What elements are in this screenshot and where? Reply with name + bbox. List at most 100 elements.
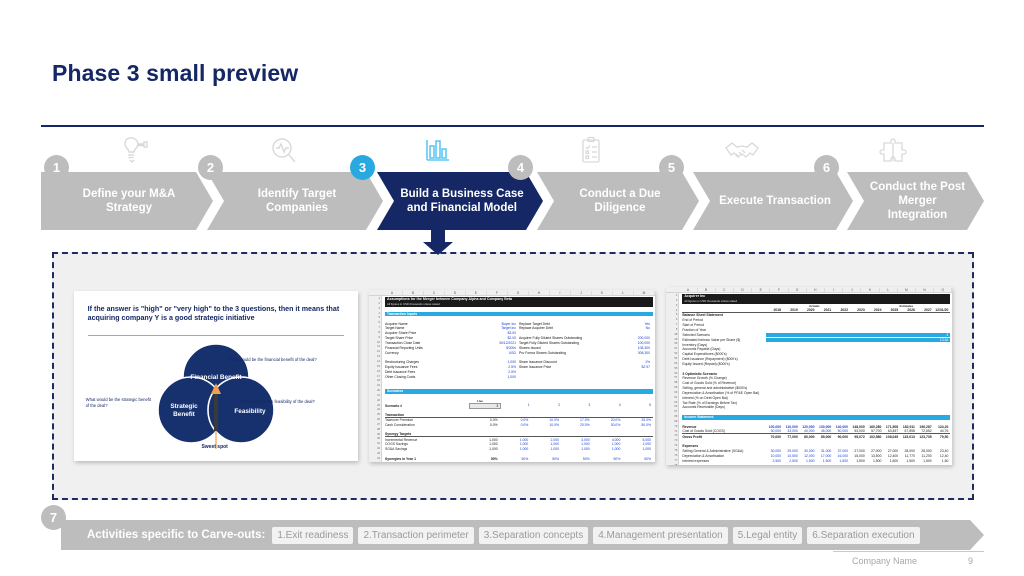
col-e: E bbox=[466, 290, 487, 295]
cell: 1,000 bbox=[550, 447, 560, 452]
process-step-5[interactable]: Execute Transaction bbox=[693, 172, 853, 230]
cell: 1,000 bbox=[519, 447, 529, 452]
row-value: $'000s bbox=[506, 345, 516, 350]
venn-question-financial: What would be the financial benefit of t… bbox=[228, 357, 317, 362]
clipboard-checklist-icon bbox=[571, 134, 611, 168]
cell: 27,000 bbox=[887, 449, 899, 454]
cell: 1,500 bbox=[839, 458, 848, 463]
row-label: Pro Forma Shares Outstanding bbox=[518, 350, 566, 355]
scenario-selector-row[interactable]: Scenario # 3 1 2 3 4 5 bbox=[385, 402, 653, 409]
cell: 50% bbox=[613, 456, 621, 461]
table-row: Selling General & Administrative (SG&A) … bbox=[682, 449, 950, 454]
row-label: Financial Reporting Units bbox=[384, 345, 423, 350]
col-c: C bbox=[424, 290, 445, 295]
cell: 1,500 bbox=[872, 458, 882, 463]
cell: 80,000 bbox=[804, 434, 815, 439]
handshake-icon bbox=[722, 134, 762, 168]
cell: 1,000 bbox=[581, 442, 590, 447]
cell: 108,049 bbox=[885, 434, 899, 439]
col-f: F bbox=[770, 287, 789, 292]
card1-heading: If the answer is "high" or "very high" t… bbox=[87, 305, 340, 323]
carveout-chip-2[interactable]: 2.Transaction perimeter bbox=[358, 527, 473, 544]
process-step-2-label: Identify Target Companies bbox=[257, 188, 337, 214]
venn-sweet-spot-label: Sweet spot bbox=[201, 444, 228, 450]
carveout-chip-3[interactable]: 3.Separation concepts bbox=[479, 527, 589, 544]
cell: 4,000 bbox=[611, 437, 621, 442]
selected-scenario-row[interactable]: Selected Scenario 3 bbox=[682, 332, 951, 337]
cell: 1,000 bbox=[581, 447, 590, 452]
year: 2024 bbox=[873, 308, 882, 313]
scenario-option: 2 bbox=[558, 402, 560, 407]
carveout-chip-6[interactable]: 6.Separation execution bbox=[807, 527, 919, 544]
cell: 10.0% bbox=[549, 418, 559, 423]
row-label: Acquirer Share Price bbox=[384, 331, 417, 336]
table-row: Interest expenses 2,500 2,500 1,500 1,50… bbox=[682, 458, 950, 463]
carveout-chip-4[interactable]: 4.Management presentation bbox=[593, 527, 728, 544]
cell: 1,500 bbox=[856, 458, 865, 463]
cell: 79,50 bbox=[939, 434, 949, 439]
process-step-1-badge: 1 bbox=[44, 155, 69, 180]
year: 2019 bbox=[790, 308, 798, 313]
cell: 11,770 bbox=[904, 453, 915, 458]
cell: 45,000 bbox=[820, 429, 832, 434]
process-step-3[interactable]: Build a Business Case and Financial Mode… bbox=[377, 172, 543, 230]
col-l: L bbox=[880, 287, 898, 292]
process-step-1[interactable]: Define your M&A Strategy bbox=[41, 172, 213, 230]
process-step-2-badge: 2 bbox=[198, 155, 223, 180]
table-row: Depreciation & Amortisation 10,000 10,50… bbox=[682, 454, 950, 459]
preview-card-financial-model[interactable]: A B C D E F G H I J K L M N O 1 2 3 4 5 … bbox=[666, 287, 953, 465]
row-label: Estimated Intrinsic Value per Share ($) bbox=[682, 337, 741, 342]
cell: 1,000 bbox=[642, 442, 652, 447]
process-step-6[interactable]: Conduct the Post Merger Integration bbox=[847, 172, 984, 230]
footer-page-number: 9 bbox=[968, 556, 974, 566]
cell: 1,50 bbox=[941, 458, 949, 463]
process-step-3-label: Build a Business Case and Financial Mode… bbox=[400, 188, 524, 214]
row-value: 1,000 bbox=[507, 374, 516, 379]
col-i: I bbox=[825, 287, 844, 292]
cell: 10.0% bbox=[549, 423, 559, 428]
col-m: M bbox=[898, 287, 916, 292]
cell: 0.0% bbox=[520, 423, 529, 428]
table-row: Gross Profit 70,000 77,000 80,000 85,000… bbox=[682, 434, 950, 439]
scenario-option: 3 bbox=[588, 402, 591, 407]
row-value: $2.00 bbox=[507, 336, 516, 341]
cell: 53,000 bbox=[854, 429, 865, 434]
selected-scenario-value[interactable]: 3 bbox=[766, 332, 951, 337]
cell: 25.0% bbox=[641, 418, 652, 423]
row-numbers: 12345678 48 49 50 51 52 53 54 55 56 57 58 59 60 61 6… bbox=[666, 293, 680, 465]
carveout-chip-5[interactable]: 5.Legal entity bbox=[733, 527, 803, 544]
row-value: 100,000 bbox=[637, 341, 650, 346]
cell: 20.0% bbox=[580, 423, 590, 428]
lightbulb-icon bbox=[112, 134, 152, 168]
row-value: 200,000 bbox=[637, 336, 650, 341]
row-value: 308,300 bbox=[637, 350, 650, 355]
svg-text:Benefit: Benefit bbox=[173, 411, 196, 418]
preview-card-assumptions[interactable]: A B C D E F G H I J K L M 123456789 10 1… bbox=[368, 290, 655, 462]
col-a: A bbox=[382, 290, 403, 295]
process-step-3-badge: 3 bbox=[350, 155, 375, 180]
year: 12/31/20 bbox=[935, 308, 949, 313]
process-step-2[interactable]: Identify Target Companies bbox=[207, 172, 383, 230]
cell: 3,000 bbox=[581, 437, 590, 442]
cell: 11,200 bbox=[921, 453, 932, 458]
cell: 20.0% bbox=[610, 418, 621, 423]
cell: 1,000 bbox=[611, 447, 621, 452]
cell: 63,457 bbox=[887, 429, 899, 434]
row-value: 2.5% bbox=[508, 370, 516, 375]
process-step-4[interactable]: Conduct a Due Diligence bbox=[537, 172, 699, 230]
cell: 44,76 bbox=[939, 429, 949, 434]
row-label: Currency bbox=[384, 350, 399, 355]
year: 2021 bbox=[823, 308, 832, 313]
cell: 50,000 bbox=[837, 429, 848, 434]
carveout-chip-1[interactable]: 1.Exit readiness bbox=[272, 527, 353, 544]
preview-card-strategy[interactable]: If the answer is "high" or "very high" t… bbox=[73, 291, 358, 461]
row-label: Selected Scenario bbox=[682, 332, 710, 337]
cell: 1,500 bbox=[889, 458, 899, 463]
magnifier-pulse-icon bbox=[264, 134, 304, 168]
cell: 1,000 bbox=[519, 437, 529, 442]
cell: 1,500 bbox=[906, 458, 915, 463]
cell: 12,40 bbox=[939, 453, 949, 458]
scenario-selected-value[interactable]: 3 bbox=[468, 402, 502, 409]
cell: 115,013 bbox=[902, 434, 915, 439]
cell: 1,500 bbox=[806, 458, 815, 463]
